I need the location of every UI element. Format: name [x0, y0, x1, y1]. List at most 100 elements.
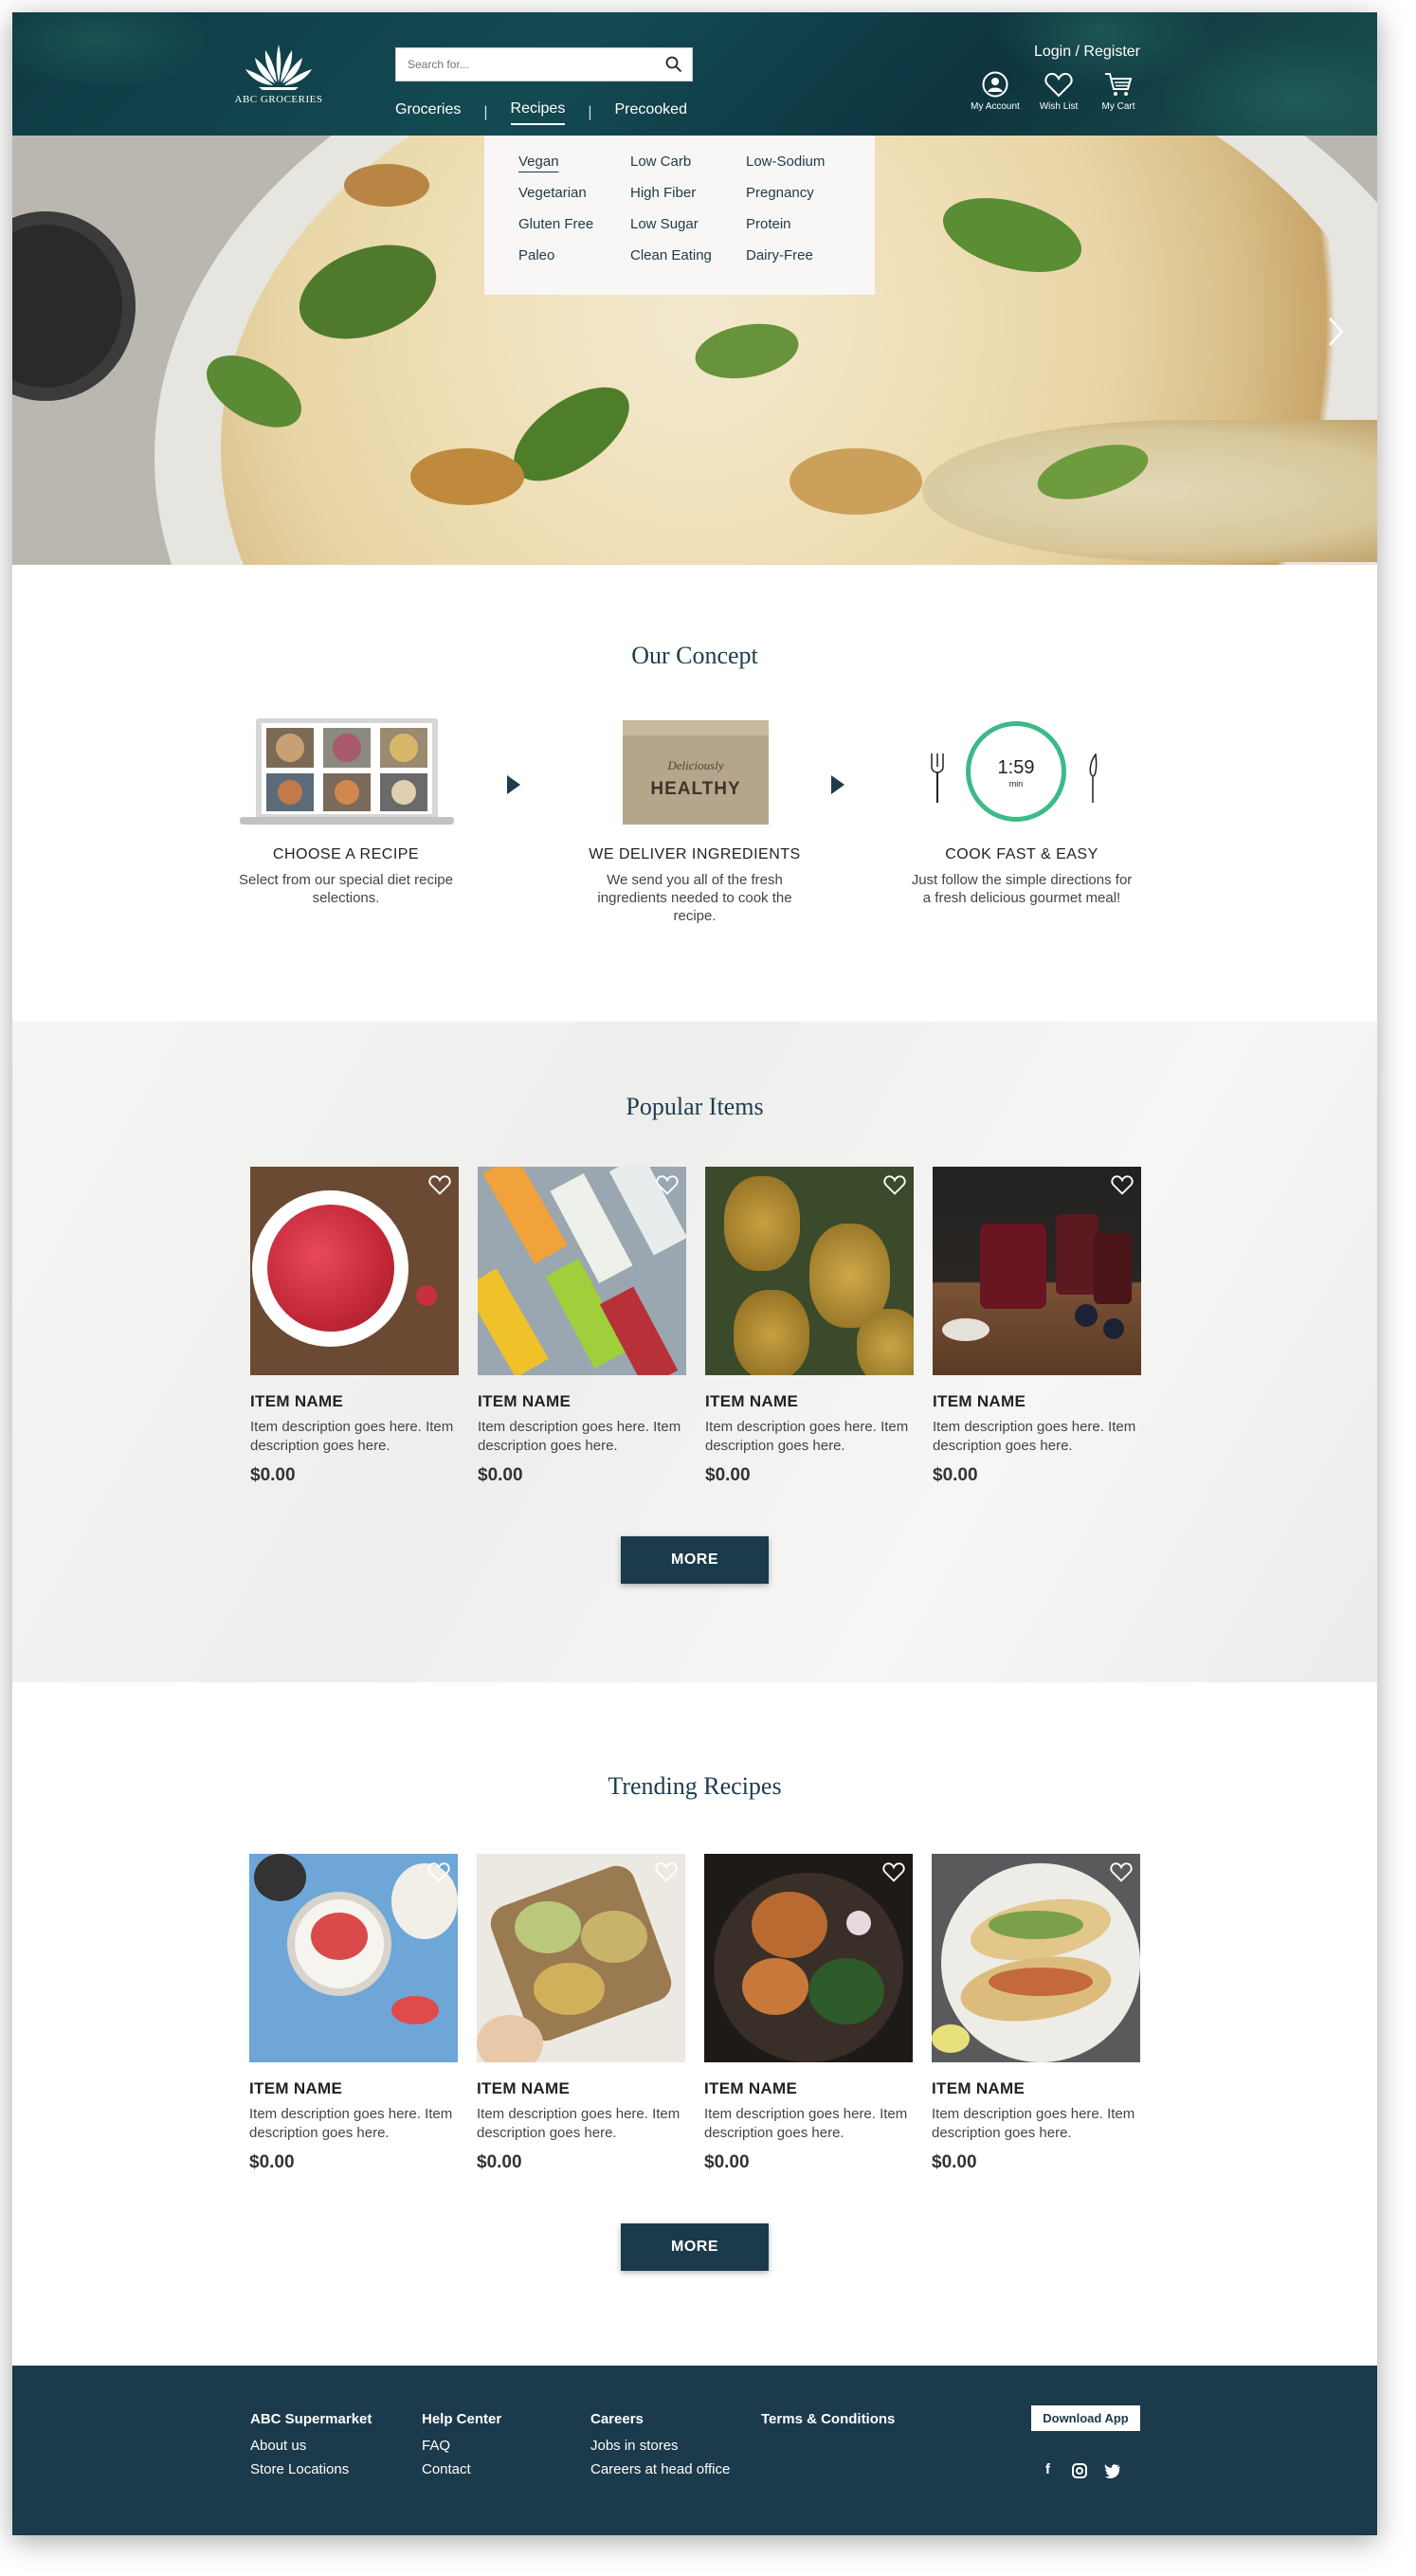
product-name[interactable]: ITEM NAME: [933, 1392, 1141, 1411]
menu-item-vegetarian[interactable]: Vegetarian: [518, 182, 630, 204]
search-bar: [395, 47, 693, 82]
step-title: CHOOSE A RECIPE: [272, 846, 420, 862]
recipe-name[interactable]: ITEM NAME: [704, 2079, 913, 2098]
product-price: $0.00: [478, 1465, 523, 1485]
footer-link-contact[interactable]: Contact: [422, 2458, 501, 2481]
heart-icon[interactable]: [427, 1861, 450, 1882]
twitter-icon[interactable]: [1104, 2464, 1121, 2478]
concept-title: Our Concept: [631, 642, 758, 669]
recipe-image-lettuce-wraps[interactable]: [477, 1854, 685, 2062]
recipe-card[interactable]: ITEM NAME Item description goes here. It…: [477, 1854, 685, 2173]
healthy-delivery-box-illustration: Deliciously HEALTHY: [623, 720, 769, 825]
menu-item-gluten-free[interactable]: Gluten Free: [518, 213, 630, 235]
product-image-jam[interactable]: [933, 1167, 1141, 1375]
footer-link-faq[interactable]: FAQ: [422, 2434, 501, 2458]
box-script-text: Deliciously: [667, 758, 724, 772]
product-name[interactable]: ITEM NAME: [478, 1392, 686, 1411]
menu-item-pregnancy[interactable]: Pregnancy: [746, 182, 850, 204]
trending-more-button[interactable]: MORE: [621, 2223, 769, 2271]
footer-link-jobs-in-stores[interactable]: Jobs in stores: [590, 2434, 730, 2458]
heart-icon[interactable]: [883, 1174, 906, 1195]
product-name[interactable]: ITEM NAME: [705, 1392, 914, 1411]
heart-icon[interactable]: [655, 1861, 678, 1882]
recipe-name[interactable]: ITEM NAME: [249, 2079, 458, 2098]
menu-item-low-sodium[interactable]: Low-Sodium: [746, 151, 850, 172]
concept-step-choose: CHOOSE A RECIPE Select from our special …: [232, 846, 460, 907]
trending-title: Trending Recipes: [608, 1772, 782, 1800]
footer-heading[interactable]: ABC Supermarket: [250, 2407, 372, 2431]
product-name[interactable]: ITEM NAME: [250, 1392, 459, 1411]
product-image-raspberries[interactable]: [250, 1167, 459, 1375]
site-footer: ABC Supermarket About us Store Locations…: [12, 2366, 1377, 2535]
cheese: [344, 164, 429, 207]
wish-list-button[interactable]: Wish List: [1026, 71, 1092, 112]
nav-separator: |: [483, 104, 488, 120]
login-register-link[interactable]: Login / Register: [1034, 44, 1140, 61]
menu-item-low-sugar[interactable]: Low Sugar: [630, 213, 746, 235]
recipe-description: Item description goes here. Item descrip…: [477, 2106, 681, 2141]
footer-heading[interactable]: Careers: [590, 2407, 730, 2431]
instagram-icon[interactable]: [1072, 2463, 1087, 2478]
recipe-name[interactable]: ITEM NAME: [932, 2079, 1140, 2098]
user-icon: [982, 71, 1008, 98]
menu-item-clean-eating[interactable]: Clean Eating: [630, 245, 746, 266]
footer-link-about[interactable]: About us: [250, 2434, 372, 2458]
recipe-description: Item description goes here. Item descrip…: [932, 2106, 1135, 2141]
heart-icon[interactable]: [428, 1174, 451, 1195]
product-card[interactable]: ITEM NAME Item description goes here. It…: [933, 1167, 1141, 1486]
recipe-image-stuffed-peppers[interactable]: [704, 1854, 913, 2062]
download-app-button[interactable]: Download App: [1031, 2405, 1140, 2431]
heart-icon[interactable]: [656, 1174, 679, 1195]
footer-link-terms[interactable]: Terms & Conditions: [761, 2407, 895, 2431]
main-nav: Groceries | Recipes | Precooked: [395, 100, 687, 125]
heart-icon[interactable]: [882, 1861, 905, 1882]
menu-item-vegan[interactable]: Vegan: [518, 151, 630, 172]
recipe-card[interactable]: ITEM NAME Item description goes here. It…: [249, 1854, 458, 2173]
heart-icon[interactable]: [1110, 1861, 1133, 1882]
step-text: We send you all of the fresh ingredients…: [597, 872, 792, 924]
menu-item-low-carb[interactable]: Low Carb: [630, 151, 746, 172]
nav-groceries[interactable]: Groceries: [395, 101, 461, 124]
recipe-card[interactable]: ITEM NAME Item description goes here. It…: [932, 1854, 1140, 2173]
cook-timer-illustration: 1:59 min: [966, 721, 1066, 822]
menu-item-protein[interactable]: Protein: [746, 213, 850, 235]
recipe-name[interactable]: ITEM NAME: [477, 2079, 685, 2098]
step-title: WE DELIVER INGREDIENTS: [589, 846, 801, 862]
product-card[interactable]: ITEM NAME Item description goes here. It…: [705, 1167, 914, 1486]
product-card[interactable]: ITEM NAME Item description goes here. It…: [478, 1167, 686, 1486]
search-input[interactable]: [396, 48, 643, 81]
footer-heading[interactable]: Help Center: [422, 2407, 501, 2431]
my-account-button[interactable]: My Account: [962, 71, 1028, 112]
product-card[interactable]: ITEM NAME Item description goes here. It…: [250, 1167, 459, 1486]
popular-items-section: Popular Items ITEM NAME Item description…: [12, 1022, 1377, 1682]
menu-item-dairy-free[interactable]: Dairy-Free: [746, 245, 850, 266]
site-header: ABC GROCERIES Groceries | Recipes | Prec…: [12, 12, 1377, 136]
facebook-icon[interactable]: f: [1045, 2461, 1050, 2477]
step-arrow-icon: [831, 775, 844, 794]
footer-link-head-office[interactable]: Careers at head office: [590, 2458, 730, 2481]
concept-step-cook: COOK FAST & EASY Just follow the simple …: [908, 846, 1135, 907]
menu-item-paleo[interactable]: Paleo: [518, 245, 630, 266]
product-description: Item description goes here. Item descrip…: [250, 1419, 454, 1454]
heart-icon[interactable]: [1111, 1174, 1134, 1195]
laptop-recipes-illustration: [240, 718, 454, 825]
product-price: $0.00: [250, 1465, 296, 1485]
recipe-price: $0.00: [249, 2152, 295, 2172]
footer-column-supermarket: ABC Supermarket About us Store Locations: [250, 2407, 372, 2481]
nav-recipes[interactable]: Recipes: [510, 100, 566, 125]
recipe-image-yogurt-bowl[interactable]: [249, 1854, 458, 2062]
timer-unit: min: [1008, 779, 1024, 789]
logo[interactable]: ABC GROCERIES: [228, 41, 329, 105]
search-icon[interactable]: [665, 56, 682, 73]
box-healthy-text: HEALTHY: [650, 779, 741, 799]
popular-more-button[interactable]: MORE: [621, 1536, 769, 1584]
product-image-pineapples[interactable]: [705, 1167, 914, 1375]
recipe-card[interactable]: ITEM NAME Item description goes here. It…: [704, 1854, 913, 2173]
product-image-juices[interactable]: [478, 1167, 686, 1375]
nav-precooked[interactable]: Precooked: [614, 101, 687, 124]
menu-item-high-fiber[interactable]: High Fiber: [630, 182, 746, 204]
chevron-right-icon[interactable]: [1327, 316, 1346, 348]
my-cart-button[interactable]: My Cart: [1085, 71, 1152, 112]
recipe-image-tacos[interactable]: [932, 1854, 1140, 2062]
footer-link-store-locations[interactable]: Store Locations: [250, 2458, 372, 2481]
